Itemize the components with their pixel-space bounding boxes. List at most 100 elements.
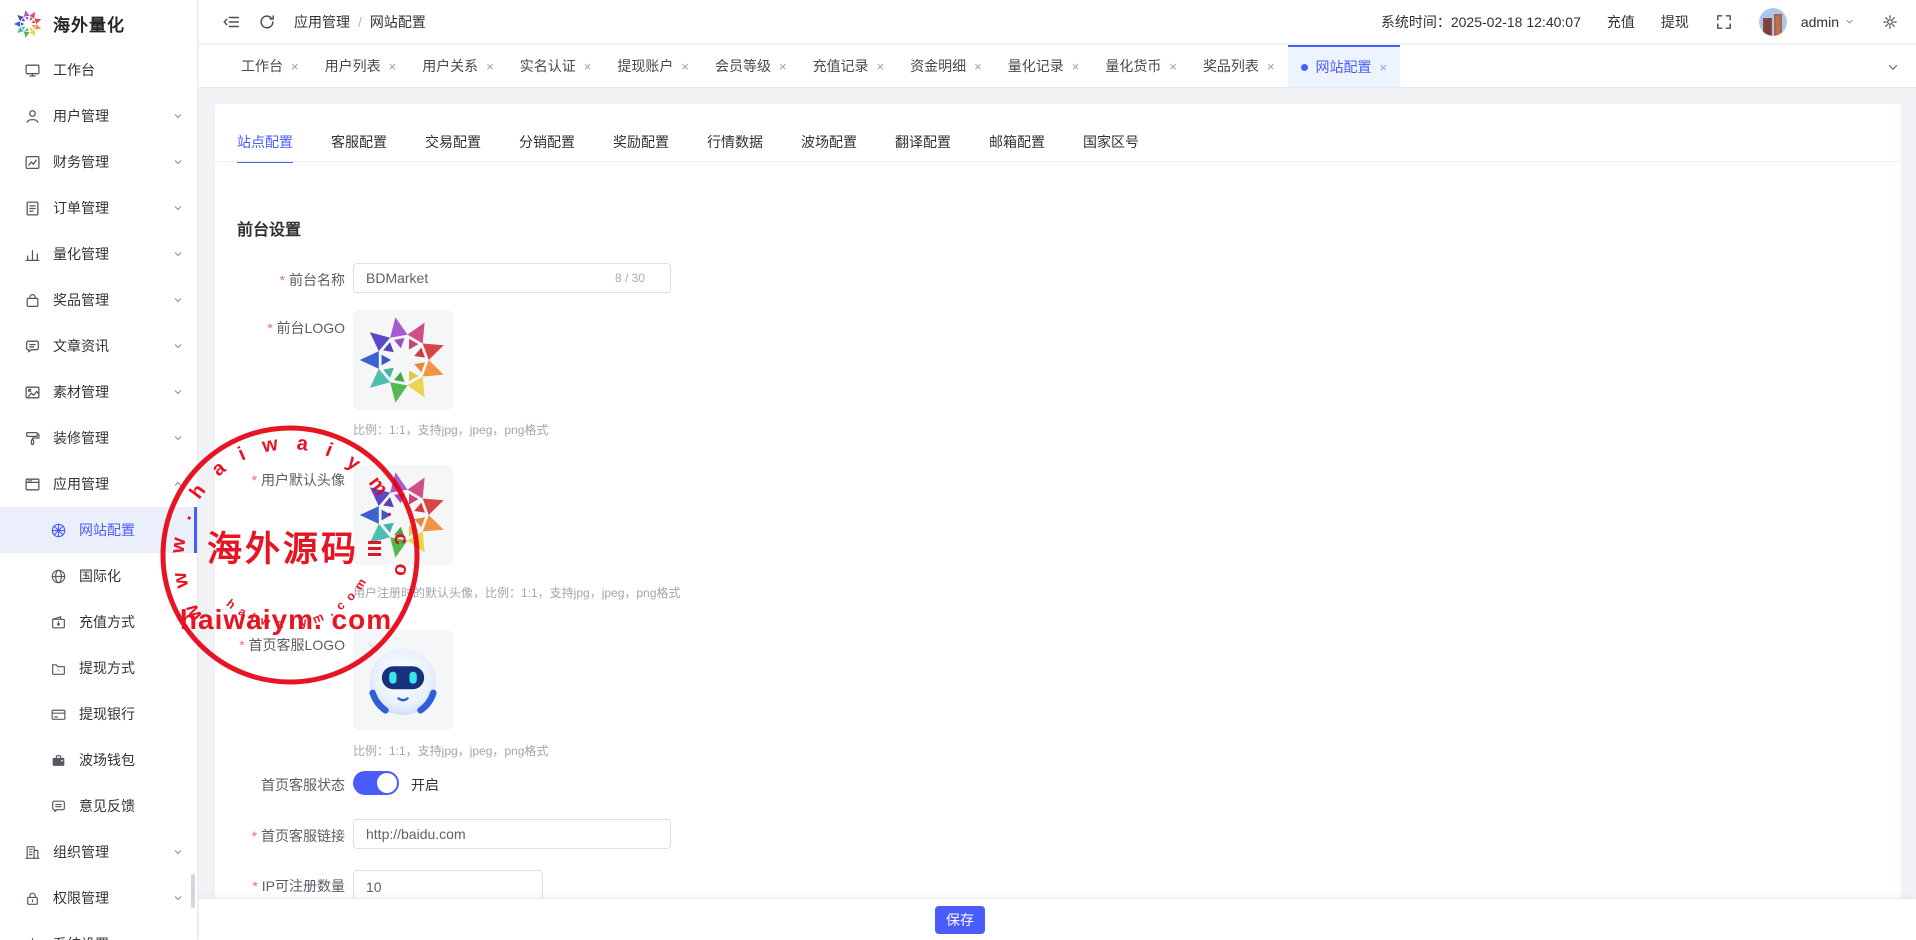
tab-label: 充值记录: [813, 56, 869, 76]
chevron-up-icon: [172, 478, 184, 490]
subtab-reward-config[interactable]: 奖励配置: [613, 134, 669, 163]
sidebar-item-user-mgmt[interactable]: 用户管理: [0, 93, 197, 139]
form-footer: 保存: [199, 899, 1916, 940]
tab-close-icon[interactable]: ×: [974, 60, 982, 73]
image-icon: [24, 384, 41, 401]
ip-limit-input[interactable]: [353, 870, 543, 898]
withdraw-link[interactable]: 提现: [1661, 12, 1689, 32]
sidebar-item-prize-mgmt[interactable]: 奖品管理: [0, 277, 197, 323]
subtab-tron-config[interactable]: 波场配置: [801, 134, 857, 163]
top-header: 应用管理 / 网站配置 系统时间：2025-02-18 12:40:07 充值 …: [199, 0, 1916, 44]
tab-label: 用户列表: [325, 56, 381, 76]
service-link-input[interactable]: [353, 819, 671, 849]
tab-close-icon[interactable]: ×: [1267, 60, 1275, 73]
refresh-icon[interactable]: [258, 13, 276, 31]
service-logo-upload[interactable]: [353, 630, 453, 730]
sidebar-item-i18n[interactable]: 国际化: [0, 553, 197, 599]
default-avatar-label: 用户默认头像: [215, 470, 345, 490]
sidebar-item-decor-mgmt[interactable]: 装修管理: [0, 415, 197, 461]
tab-withdraw-account[interactable]: 提现账户×: [604, 45, 702, 87]
sidebar-item-quant-mgmt[interactable]: 量化管理: [0, 231, 197, 277]
sidebar-item-system-settings[interactable]: 系统设置: [0, 921, 197, 940]
tab-close-icon[interactable]: ×: [779, 60, 787, 73]
sidebar-item-label: 网站配置: [79, 520, 135, 540]
sidebar-item-org-mgmt[interactable]: 组织管理: [0, 829, 197, 875]
sidebar-item-withdraw-method[interactable]: 提现方式: [0, 645, 197, 691]
tab-label: 工作台: [241, 56, 283, 76]
breadcrumb-item[interactable]: 应用管理: [294, 12, 350, 32]
chevron-down-icon: [172, 156, 184, 168]
service-status-toggle[interactable]: [353, 771, 399, 795]
tab-label: 实名认证: [520, 56, 576, 76]
tab-close-icon[interactable]: ×: [389, 60, 397, 73]
subtab-market-data[interactable]: 行情数据: [707, 134, 763, 163]
site-logo-caption: 比例：1:1，支持jpg，jpeg，png格式: [353, 421, 548, 438]
subtab-mail-config[interactable]: 邮箱配置: [989, 134, 1045, 163]
tab-quant-records[interactable]: 量化记录 ×: [995, 45, 1093, 87]
tab-close-icon[interactable]: ×: [584, 60, 592, 73]
tab-workbench[interactable]: 工作台 ×: [228, 45, 312, 87]
subtab-distribution-config[interactable]: 分销配置: [519, 134, 575, 163]
tab-prize-list[interactable]: 奖品列表 ×: [1190, 45, 1288, 87]
tab-member-level[interactable]: 会员等级×: [702, 45, 800, 87]
subtab-translate-config[interactable]: 翻译配置: [895, 134, 951, 163]
site-logo-upload[interactable]: [353, 310, 453, 410]
fullscreen-icon[interactable]: [1715, 13, 1733, 31]
sidebar-item-workbench[interactable]: 工作台: [0, 47, 197, 93]
settings-gear-icon[interactable]: [1881, 13, 1899, 31]
avatar[interactable]: [1759, 8, 1787, 36]
sidebar-item-label: 意见反馈: [79, 796, 135, 816]
sidebar-item-article-news[interactable]: 文章资讯: [0, 323, 197, 369]
sidebar-scrollbar-thumb[interactable]: [191, 874, 195, 908]
tab-user-list[interactable]: 用户列表 ×: [312, 45, 410, 87]
bars-icon: [24, 246, 41, 263]
sidebar-item-label: 提现银行: [79, 704, 135, 724]
chevron-down-icon: [172, 432, 184, 444]
tab-close-icon[interactable]: ×: [681, 60, 689, 73]
sidebar-item-label: 用户管理: [53, 106, 109, 126]
monitor-icon: [24, 62, 41, 79]
recharge-link[interactable]: 充值: [1607, 12, 1635, 32]
subtab-service-config[interactable]: 客服配置: [331, 134, 387, 163]
tab-quant-currency[interactable]: 量化货币×: [1092, 45, 1190, 87]
tab-close-icon[interactable]: ×: [291, 60, 299, 73]
tab-fund-details[interactable]: 资金明细×: [897, 45, 995, 87]
tab-close-icon[interactable]: ×: [486, 60, 494, 73]
tab-site-config[interactable]: 网站配置 ×: [1288, 45, 1401, 87]
tab-close-icon[interactable]: ×: [877, 60, 885, 73]
sidebar-item-feedback[interactable]: 意见反馈: [0, 783, 197, 829]
tabbar-overflow-chevron[interactable]: [1886, 45, 1900, 88]
tab-user-relation[interactable]: 用户关系×: [409, 45, 507, 87]
tab-close-icon[interactable]: ×: [1072, 60, 1080, 73]
sidebar-item-recharge-method[interactable]: 充值方式: [0, 599, 197, 645]
menu-fold-icon[interactable]: [222, 13, 240, 31]
chevron-down-icon: [172, 386, 184, 398]
gear-icon: [24, 936, 41, 940]
sidebar-item-label: 量化管理: [53, 244, 109, 264]
tab-close-icon[interactable]: ×: [1380, 61, 1388, 74]
sidebar-item-label: 工作台: [53, 60, 95, 80]
tab-label: 网站配置: [1316, 57, 1372, 77]
sidebar-item-withdraw-bank[interactable]: 提现银行: [0, 691, 197, 737]
sidebar-item-order-mgmt[interactable]: 订单管理: [0, 185, 197, 231]
sidebar-item-finance-mgmt[interactable]: 财务管理: [0, 139, 197, 185]
sidebar-item-auth-mgmt[interactable]: 权限管理: [0, 875, 197, 921]
user-menu[interactable]: admin: [1801, 14, 1855, 30]
user-icon: [24, 108, 41, 125]
sidebar-item-tron-wallet[interactable]: 波场钱包: [0, 737, 197, 783]
tab-recharge-records[interactable]: 充值记录 ×: [800, 45, 898, 87]
default-avatar-upload[interactable]: [353, 465, 453, 565]
sidebar-item-material-mgmt[interactable]: 素材管理: [0, 369, 197, 415]
subtab-trade-config[interactable]: 交易配置: [425, 134, 481, 163]
toggle-knob: [377, 773, 397, 793]
breadcrumb: 应用管理 / 网站配置: [294, 12, 426, 32]
tab-close-icon[interactable]: ×: [1169, 60, 1177, 73]
tab-label: 量化记录: [1008, 56, 1064, 76]
subtab-country-code[interactable]: 国家区号: [1083, 134, 1139, 163]
sidebar-item-site-config[interactable]: 网站配置: [0, 507, 197, 553]
subtab-site-config[interactable]: 站点配置: [237, 134, 293, 163]
save-button[interactable]: 保存: [935, 906, 985, 934]
tab-label: 奖品列表: [1203, 56, 1259, 76]
tab-realname-auth[interactable]: 实名认证 ×: [507, 45, 605, 87]
sidebar-item-app-mgmt[interactable]: 应用管理: [0, 461, 197, 507]
